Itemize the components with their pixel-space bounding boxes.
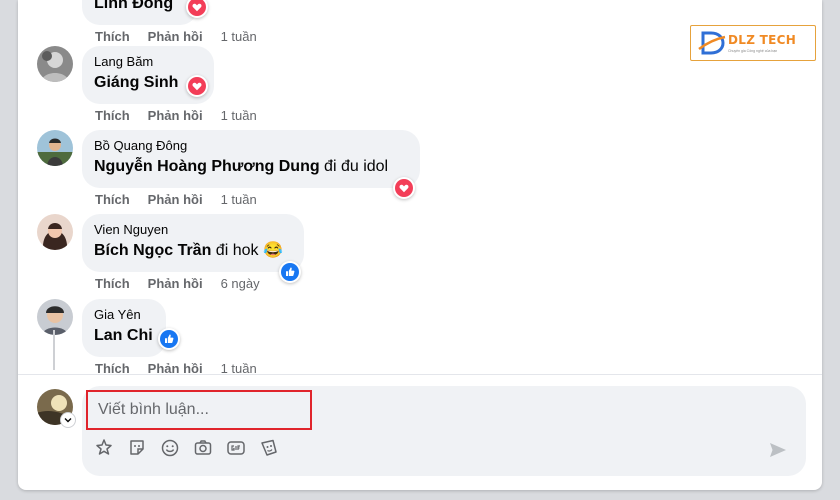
comment-text: Nguyễn Hoàng Phương Dung đi đu idol: [94, 158, 389, 175]
comment-text: Lan Chi: [94, 325, 154, 347]
comment-bubble: Bồ Quang Đông Nguyễn Hoàng Phương Dung đ…: [82, 130, 420, 188]
comment-bubble: . Linh Đồng: [82, 0, 198, 25]
comment-actions: Thích Phản hồi 1 tuần: [95, 192, 257, 207]
emoji-icon[interactable]: [160, 438, 180, 458]
heart-icon[interactable]: [393, 177, 415, 199]
gif-icon[interactable]: [226, 438, 246, 458]
reply-action[interactable]: Phản hồi: [148, 108, 203, 123]
camera-icon[interactable]: [193, 438, 213, 458]
comment-actions: Thích Phản hồi 1 tuần: [95, 108, 257, 123]
comment-bubble: Gia Yên Lan Chi: [82, 299, 166, 357]
comment-author[interactable]: Lang Băm: [94, 54, 202, 70]
like-action[interactable]: Thích: [95, 108, 130, 123]
like-action[interactable]: Thích: [95, 276, 130, 291]
logo-tagline: Chuyên gia Công nghệ của bạn: [728, 49, 778, 53]
mention-link[interactable]: Lan Chi: [94, 327, 153, 344]
mention-link[interactable]: Linh Đồng: [94, 0, 173, 12]
composer-tools: [94, 438, 279, 458]
heart-icon[interactable]: [186, 0, 208, 18]
comment-text: Bích Ngọc Trần đi hok 😂: [94, 242, 283, 259]
logo-mark-icon: [698, 31, 726, 55]
reply-action[interactable]: Phản hồi: [148, 276, 203, 291]
thread-line: [53, 330, 55, 370]
dlz-tech-logo: DLZ TECH Chuyên gia Công nghệ của bạn: [690, 25, 816, 61]
comment-input[interactable]: [86, 390, 312, 430]
avatar[interactable]: [37, 299, 73, 335]
comment-item: Bồ Quang Đông Nguyễn Hoàng Phương Dung đ…: [18, 130, 822, 214]
divider: [18, 374, 822, 375]
mention-link[interactable]: Bích Ngọc Trần: [94, 242, 211, 259]
like-icon[interactable]: [158, 328, 180, 350]
comment-actions: Thích Phản hồi 1 tuần: [95, 29, 257, 44]
chevron-down-icon[interactable]: [61, 413, 75, 427]
reply-action[interactable]: Phản hồi: [148, 192, 203, 207]
comment-actions: Thích Phản hồi 6 ngày: [95, 276, 260, 291]
mention-link[interactable]: Giáng Sinh: [94, 74, 178, 91]
comment-bubble: Vien Nguyen Bích Ngọc Trần đi hok 😂: [82, 214, 304, 272]
send-icon[interactable]: [768, 440, 788, 460]
comment-composer: [82, 386, 806, 476]
avatar-sticker-icon[interactable]: [94, 438, 114, 458]
comment-timestamp[interactable]: 6 ngày: [221, 276, 260, 291]
comment-timestamp[interactable]: 1 tuần: [221, 108, 257, 123]
avatar[interactable]: [37, 46, 73, 82]
like-action[interactable]: Thích: [95, 192, 130, 207]
comments-panel: . Linh Đồng Thích Phản hồi 1 tuần Lang B…: [18, 0, 822, 490]
comment-timestamp[interactable]: 1 tuần: [221, 192, 257, 207]
sticker-icon[interactable]: [127, 438, 147, 458]
comment-item: Vien Nguyen Bích Ngọc Trần đi hok 😂 Thíc…: [18, 214, 822, 298]
avatar[interactable]: [37, 214, 73, 250]
avatar[interactable]: [37, 130, 73, 166]
comment-timestamp[interactable]: 1 tuần: [221, 29, 257, 44]
comment-author[interactable]: Gia Yên: [94, 307, 154, 323]
like-action[interactable]: Thích: [95, 29, 130, 44]
mention-link[interactable]: Nguyễn Hoàng Phương Dung: [94, 158, 320, 175]
comment-author[interactable]: Vien Nguyen: [94, 222, 292, 238]
comment-author[interactable]: Bồ Quang Đông: [94, 138, 408, 154]
logo-brand: DLZ TECH: [728, 33, 797, 47]
comment-item: Gia Yên Lan Chi Thích Phản hồi 1 tuần: [18, 299, 822, 383]
sticker-pack-icon[interactable]: [259, 438, 279, 458]
like-icon[interactable]: [279, 261, 301, 283]
reply-action[interactable]: Phản hồi: [148, 29, 203, 44]
heart-icon[interactable]: [186, 75, 208, 97]
